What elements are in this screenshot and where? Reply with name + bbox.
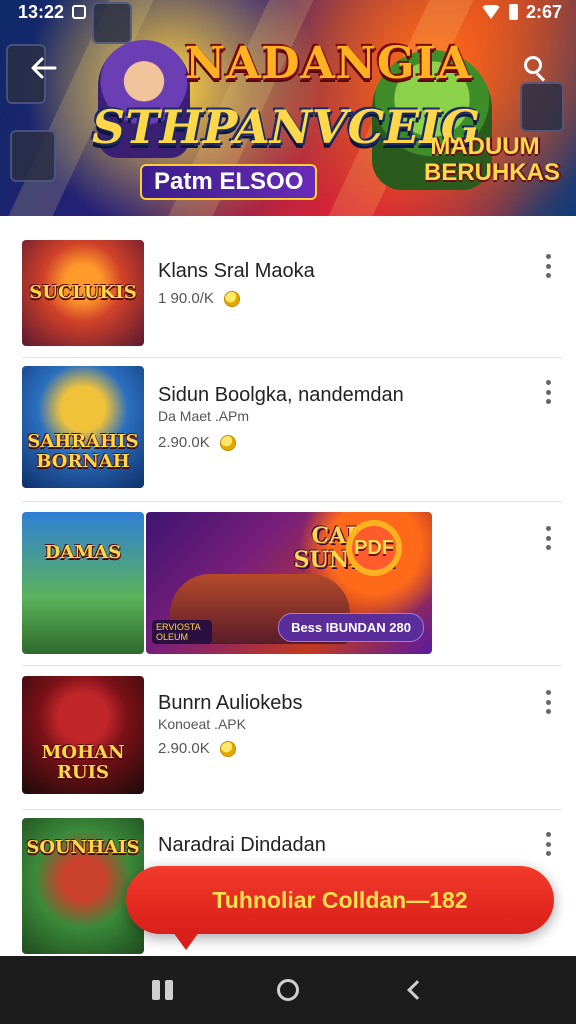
status-time: 13:22 bbox=[18, 1, 65, 22]
hero-title-line2: STHPANVCEIG bbox=[92, 100, 481, 154]
banner-small-label: ERVIOSTA OLEUM bbox=[152, 620, 212, 644]
coin-icon bbox=[219, 434, 236, 451]
app-meta: 2.90.0K bbox=[158, 434, 236, 451]
recents-icon bbox=[165, 980, 174, 1000]
list-item[interactable]: DAMAS CAPS SUNIAN PDF ERVIOSTA OLEUM Bes… bbox=[22, 512, 562, 666]
hero-banner[interactable]: NADANGIA STHPANVCEIG Patm ELSOO MADUUM B… bbox=[0, 0, 576, 216]
list-item[interactable]: MOHAN RUIS Bunrn Auliokebs Konoeat .APK … bbox=[22, 676, 562, 810]
download-count: 1 90.0/K bbox=[158, 290, 214, 307]
list-item[interactable]: SUCLUKIS Klans Sral Maoka 1 90.0/K bbox=[22, 240, 562, 358]
more-options-button[interactable] bbox=[540, 380, 556, 404]
more-vert-icon bbox=[545, 545, 551, 550]
app-thumbnail[interactable]: DAMAS bbox=[22, 512, 144, 654]
home-button[interactable] bbox=[277, 979, 300, 1001]
app-thumbnail[interactable]: MOHAN RUIS bbox=[22, 676, 144, 794]
app-title[interactable]: Naradrai Dindadan bbox=[158, 834, 326, 857]
app-meta: 1 90.0/K bbox=[158, 290, 240, 307]
app-list: SUCLUKIS Klans Sral Maoka 1 90.0/K SAHRA… bbox=[0, 216, 576, 956]
banner-badge: PDF bbox=[346, 520, 402, 576]
more-vert-icon bbox=[545, 399, 551, 404]
more-vert-icon bbox=[545, 526, 551, 531]
more-vert-icon bbox=[545, 832, 551, 837]
hero-title-line3: Patm ELSOO bbox=[140, 164, 318, 200]
more-options-button[interactable] bbox=[540, 690, 556, 714]
more-vert-icon bbox=[545, 535, 551, 541]
more-vert-icon bbox=[545, 389, 551, 395]
system-nav-bar bbox=[0, 956, 576, 1024]
banner-pill[interactable]: Bess IBUNDAN 280 bbox=[278, 613, 424, 642]
search-icon-handle bbox=[535, 72, 546, 82]
recents-button[interactable] bbox=[152, 980, 174, 1000]
arrow-left-icon bbox=[31, 57, 57, 79]
app-title[interactable]: Sidun Boolgka, nandemdan bbox=[158, 384, 404, 407]
thumbnail-text: SOUNHAIS bbox=[26, 837, 140, 858]
more-options-button[interactable] bbox=[540, 526, 556, 550]
app-subtitle: Da Maet .APm bbox=[158, 408, 250, 424]
toast-message[interactable]: Tuhnoliar Colldan—182 bbox=[126, 866, 554, 934]
floating-tile bbox=[520, 82, 564, 132]
search-icon bbox=[524, 56, 542, 74]
more-vert-icon bbox=[545, 263, 551, 269]
thumbnail-text: SUCLUKIS bbox=[29, 282, 137, 303]
more-vert-icon bbox=[545, 254, 551, 259]
coin-icon bbox=[223, 290, 240, 307]
app-title[interactable]: Klans Sral Maoka bbox=[158, 260, 315, 283]
download-count: 2.90.0K bbox=[158, 434, 210, 451]
download-count: 2.90.0K bbox=[158, 740, 210, 757]
wifi-icon bbox=[480, 5, 501, 19]
hero-badge: MADUUM BERUHKAS bbox=[424, 133, 561, 186]
more-vert-icon bbox=[545, 851, 551, 856]
more-vert-icon bbox=[545, 380, 551, 385]
thumbnail-text: DAMAS bbox=[44, 542, 122, 563]
search-button[interactable] bbox=[518, 50, 554, 86]
coin-icon bbox=[219, 740, 236, 757]
screen: NADANGIA STHPANVCEIG Patm ELSOO MADUUM B… bbox=[0, 0, 576, 1024]
toast-text: Tuhnoliar Colldan—182 bbox=[212, 886, 468, 913]
promo-banner[interactable]: CAPS SUNIAN PDF ERVIOSTA OLEUM Bess IBUN… bbox=[146, 512, 432, 654]
more-options-button[interactable] bbox=[540, 254, 556, 278]
more-vert-icon bbox=[545, 841, 551, 847]
back-nav-button[interactable] bbox=[406, 980, 427, 1000]
floating-tile bbox=[10, 130, 56, 182]
app-meta: 2.90.0K bbox=[158, 740, 236, 757]
notification-icon bbox=[72, 5, 87, 19]
list-item[interactable]: SAHRAHIS BORNAH Sidun Boolgka, nandemdan… bbox=[22, 366, 562, 502]
banner-title: CAPS SUNIAN bbox=[293, 523, 397, 573]
more-vert-icon bbox=[545, 273, 551, 278]
more-options-button[interactable] bbox=[540, 832, 556, 856]
thumbnail-text: MOHAN RUIS bbox=[41, 742, 125, 783]
status-right-text: 2:67 bbox=[525, 1, 562, 22]
app-thumbnail[interactable]: SUCLUKIS bbox=[22, 240, 144, 346]
more-vert-icon bbox=[545, 709, 551, 714]
app-title[interactable]: Bunrn Auliokebs bbox=[158, 692, 303, 715]
battery-icon bbox=[508, 4, 518, 20]
more-vert-icon bbox=[545, 690, 551, 695]
app-subtitle: Konoeat .APK bbox=[158, 716, 246, 732]
back-button[interactable] bbox=[24, 48, 64, 88]
status-bar: 13:22 2:67 bbox=[0, 0, 576, 24]
hero-title-line1: NADANGIA bbox=[185, 38, 473, 89]
toast-pointer bbox=[170, 928, 202, 950]
app-thumbnail[interactable]: SAHRAHIS BORNAH bbox=[22, 366, 144, 488]
recents-icon bbox=[152, 980, 161, 1000]
more-vert-icon bbox=[545, 699, 551, 705]
app-thumbnail[interactable]: SOUNHAIS bbox=[22, 818, 144, 954]
thumbnail-text: SAHRAHIS BORNAH bbox=[27, 431, 139, 472]
